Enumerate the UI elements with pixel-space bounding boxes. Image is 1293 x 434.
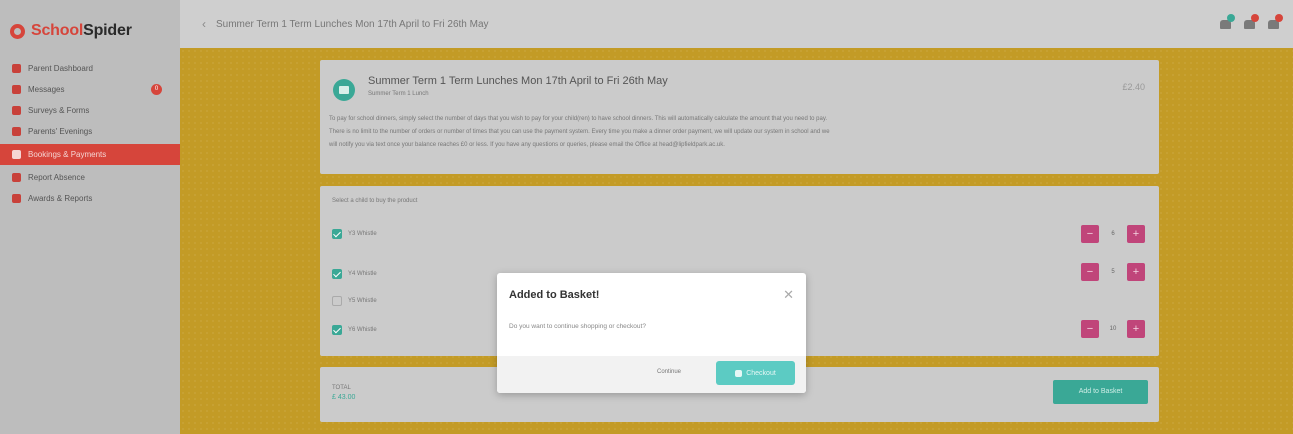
sidebar-item-parents-evenings[interactable]: Parents' Evenings xyxy=(0,121,180,142)
mail-icon xyxy=(12,85,21,94)
total-value: £ 43.00 xyxy=(332,394,356,401)
plus-button[interactable]: + xyxy=(1127,320,1145,338)
report-icon xyxy=(12,173,21,182)
product-subtitle: Summer Term 1 Lunch xyxy=(368,91,429,97)
breadcrumb: Summer Term 1 Term Lunches Mon 17th Apri… xyxy=(216,18,489,30)
sidebar-item-bookings-payments[interactable]: Bookings & Payments xyxy=(0,144,180,165)
checkbox[interactable] xyxy=(332,269,342,279)
sidebar-item-label: Parent Dashboard xyxy=(28,64,93,73)
child-label: Y4 Whistle xyxy=(348,271,377,277)
top-bar: ‹ Summer Term 1 Term Lunches Mon 17th Ap… xyxy=(180,0,1293,48)
checkbox[interactable] xyxy=(332,296,342,306)
sidebar-item-label: Awards & Reports xyxy=(28,194,93,203)
add-to-basket-button[interactable]: Add to Basket xyxy=(1053,380,1148,404)
modal-footer: Continue Checkout xyxy=(497,356,806,393)
sidebar-item-surveys-forms[interactable]: Surveys & Forms xyxy=(0,100,180,121)
sidebar-item-label: Report Absence xyxy=(28,173,85,182)
child-option[interactable]: Y6 Whistle xyxy=(332,324,377,336)
sidebar-item-label: Bookings & Payments xyxy=(28,150,107,159)
continue-button[interactable]: Continue xyxy=(657,369,681,375)
checkout-button[interactable]: Checkout xyxy=(716,361,795,385)
child-option[interactable]: Y3 Whistle xyxy=(332,228,377,240)
sidebar-item-parent-dashboard[interactable]: Parent Dashboard xyxy=(0,58,180,79)
child-option[interactable]: Y4 Whistle xyxy=(332,268,377,280)
description-line: will notify you via text once your balan… xyxy=(329,142,725,148)
trophy-icon xyxy=(12,194,21,203)
logo-text-school: School xyxy=(31,22,84,39)
sidebar-item-awards-reports[interactable]: Awards & Reports xyxy=(0,188,180,209)
logo[interactable]: SchoolSpider xyxy=(10,22,132,40)
child-label: Y6 Whistle xyxy=(348,327,377,333)
description-line: There is no limit to the number of order… xyxy=(329,129,830,135)
child-label: Y3 Whistle xyxy=(348,231,377,237)
child-option[interactable]: Y5 Whistle xyxy=(332,295,377,307)
basket-icon xyxy=(12,150,21,159)
bag-icon xyxy=(735,369,743,377)
quantity-value: 5 xyxy=(1111,269,1115,275)
checkout-label: Checkout xyxy=(746,369,776,377)
account-icon[interactable] xyxy=(1265,14,1283,30)
messages-icon[interactable] xyxy=(1241,14,1259,30)
home-icon xyxy=(12,64,21,73)
plus-button[interactable]: + xyxy=(1127,225,1145,243)
sidebar-item-messages[interactable]: Messages 0 xyxy=(0,79,180,100)
sidebar: SchoolSpider Parent Dashboard Messages 0… xyxy=(0,0,180,434)
logo-text: SchoolSpider xyxy=(31,22,132,40)
checkbox[interactable] xyxy=(332,229,342,239)
modal-title: Added to Basket! xyxy=(509,289,600,301)
logo-icon xyxy=(10,23,25,39)
total-label: TOTAL xyxy=(332,385,351,391)
child-label: Y5 Whistle xyxy=(348,298,377,304)
quantity-stepper: − 6 + xyxy=(1081,225,1145,243)
back-chevron-icon[interactable]: ‹ xyxy=(202,17,206,31)
messages-badge: 0 xyxy=(151,84,162,95)
clipboard-icon xyxy=(12,106,21,115)
product-description: To pay for school dinners, simply select… xyxy=(329,113,1154,152)
quantity-stepper: − 5 + xyxy=(1081,263,1145,281)
lunch-icon xyxy=(333,79,355,101)
quantity-stepper: − 10 + xyxy=(1081,320,1145,338)
minus-button[interactable]: − xyxy=(1081,320,1099,338)
selection-prompt: Select a child to buy the product xyxy=(332,198,418,204)
logo-text-spider: Spider xyxy=(83,22,132,39)
sidebar-item-label: Surveys & Forms xyxy=(28,106,90,115)
product-card: Summer Term 1 Term Lunches Mon 17th Apri… xyxy=(320,60,1159,174)
sidebar-item-label: Parents' Evenings xyxy=(28,127,93,136)
product-title: Summer Term 1 Term Lunches Mon 17th Apri… xyxy=(368,75,668,87)
sidebar-item-label: Messages xyxy=(28,85,65,94)
sidebar-nav: Parent Dashboard Messages 0 Surveys & Fo… xyxy=(0,58,180,209)
description-line: To pay for school dinners, simply select… xyxy=(329,116,828,122)
close-icon[interactable]: ✕ xyxy=(783,287,794,303)
modal-body: Do you want to continue shopping or chec… xyxy=(509,323,646,330)
minus-button[interactable]: − xyxy=(1081,225,1099,243)
top-icons xyxy=(1217,14,1283,30)
checkbox[interactable] xyxy=(332,325,342,335)
added-to-basket-modal: Added to Basket! ✕ Do you want to contin… xyxy=(497,273,806,393)
notifications-icon[interactable] xyxy=(1217,14,1235,30)
product-price: £2.40 xyxy=(1122,82,1145,92)
quantity-value: 10 xyxy=(1109,326,1117,332)
sidebar-item-report-absence[interactable]: Report Absence xyxy=(0,167,180,188)
plus-button[interactable]: + xyxy=(1127,263,1145,281)
minus-button[interactable]: − xyxy=(1081,263,1099,281)
calendar-icon xyxy=(12,127,21,136)
quantity-value: 6 xyxy=(1111,231,1115,237)
